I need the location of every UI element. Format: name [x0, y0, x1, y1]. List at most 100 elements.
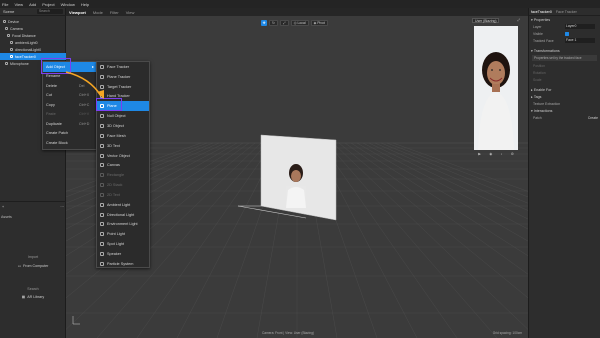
visible-checkbox[interactable] — [565, 31, 569, 36]
tree-item-directional-light[interactable]: directionalLight0 — [0, 46, 66, 53]
tracked-face-label: Tracked Face — [533, 38, 554, 43]
rectangle-icon — [100, 173, 104, 178]
submenu-item-null-object[interactable]: Null Object — [97, 111, 149, 121]
null-object-icon — [100, 114, 104, 119]
tree-item-ambient-light[interactable]: ambientLight0 — [0, 39, 66, 46]
submenu-item-label: Directional Light — [107, 212, 135, 217]
menu-project[interactable]: Project — [42, 2, 54, 7]
menu-help[interactable]: Help — [81, 2, 89, 7]
settings-icon[interactable]: ⚙ — [511, 152, 514, 156]
menu-view[interactable]: View — [14, 2, 23, 7]
tracked-face-select[interactable]: Face 1 — [565, 38, 595, 43]
globe-icon: ◎ — [293, 20, 297, 25]
submenu-item-point-light[interactable]: Point Light — [97, 229, 149, 239]
submenu-item-2d-text: 2D Text — [97, 190, 149, 200]
submenu-item-face-tracker[interactable]: Face Tracker — [97, 62, 149, 72]
pivot-toggle[interactable]: ◈ Pivot — [310, 19, 328, 26]
menu-add[interactable]: Add — [29, 2, 36, 7]
menu-item-copy[interactable]: Copy Ctrl+C — [43, 100, 97, 110]
menu-bar: File View Add Project Window Help — [0, 0, 600, 8]
scene-search-input[interactable]: Search — [37, 9, 63, 14]
tree-item-label: directionalLight0 — [15, 47, 42, 52]
camera-icon[interactable]: ◉ — [489, 152, 492, 156]
layer-label: Layer — [533, 24, 542, 29]
assets-menu-icon[interactable]: ⋯ — [60, 205, 64, 209]
submenu-item-plane-tracker[interactable]: Plane Tracker — [97, 72, 149, 82]
menu-window[interactable]: Window — [61, 2, 75, 7]
layer-select[interactable]: Layer0 — [565, 24, 595, 29]
submenu-item-3d-object[interactable]: 3D Object — [97, 121, 149, 131]
panel-divider[interactable] — [0, 201, 66, 202]
submenu-item-speaker[interactable]: Speaker — [97, 249, 149, 259]
enable-for-section[interactable]: ▸ Enable For — [529, 86, 600, 93]
submenu-item-3d-text[interactable]: 3D Text — [97, 141, 149, 151]
menu-item-create-patch[interactable]: Create Patch — [43, 129, 97, 139]
submenu-item-ambient-light[interactable]: Ambient Light — [97, 200, 149, 210]
menu-item-paste: Paste Ctrl+V — [43, 110, 97, 120]
add-asset-icon[interactable]: + — [2, 205, 4, 209]
enable-for-label: Enable For — [533, 87, 552, 92]
tab-view[interactable]: View — [126, 10, 135, 15]
menu-item-duplicate[interactable]: Duplicate Ctrl+D — [43, 119, 97, 129]
assets-label: Assets — [1, 215, 12, 219]
tree-item-label: ambientLight0 — [15, 40, 38, 45]
submenu-item-target-tracker[interactable]: Target Tracker — [97, 82, 149, 92]
from-computer-button[interactable]: ▭ From Computer — [12, 263, 54, 269]
inspector-panel: faceTracker0 Face Tracker ▾ Properties L… — [528, 8, 600, 338]
submenu-item-particle-system[interactable]: Particle System — [97, 259, 149, 269]
focal-distance-icon — [7, 34, 10, 37]
camera-preview — [474, 26, 518, 150]
submenu-item-label: Plane Tracker — [107, 74, 131, 79]
tab-mode[interactable]: Mode — [93, 10, 103, 15]
scale-tool-icon[interactable]: ⤢ — [279, 19, 289, 26]
submenu-item-2d-stack: 2D Stack — [97, 180, 149, 190]
move-tool-icon[interactable]: ✥ — [261, 19, 267, 26]
rotate-tool-icon[interactable]: ↻ — [269, 19, 278, 26]
properties-section[interactable]: ▾ Properties — [529, 16, 600, 23]
submenu-item-label: Particle System — [107, 261, 134, 266]
menu-item-create-block[interactable]: Create Block — [43, 138, 97, 148]
2d-text-icon — [100, 192, 104, 197]
transform-toolbar: ✥ ↻ ⤢ ◎ Local ◈ Pivot — [261, 19, 328, 26]
plane-tracker-icon — [100, 74, 104, 79]
device-select[interactable]: User (Blazing) — [472, 17, 500, 23]
face-mesh-icon — [100, 133, 104, 138]
ar-library-button[interactable]: ▦ AR Library — [12, 294, 54, 300]
create-button[interactable]: Create — [588, 116, 598, 120]
2d-stack-icon — [100, 183, 104, 188]
menu-item-cut[interactable]: Cut Ctrl+X — [43, 91, 97, 101]
tracked-face-row: Tracked Face Face 1 — [529, 37, 600, 44]
submenu-item-label: 3D Text — [107, 143, 120, 148]
submenu-item-canvas[interactable]: Canvas — [97, 160, 149, 170]
menu-item-label: Duplicate — [46, 121, 62, 126]
local-toggle[interactable]: ◎ Local — [290, 19, 309, 26]
submenu-item-vector-object[interactable]: Vector Object — [97, 151, 149, 161]
tree-item-focal-distance[interactable]: Focal Distance — [0, 32, 66, 39]
tags-section[interactable]: ▸ Tags — [529, 93, 600, 100]
face-tracker-icon — [100, 64, 104, 69]
interactions-section[interactable]: ▾ Interactions — [529, 107, 600, 114]
submenu-item-face-mesh[interactable]: Face Mesh — [97, 131, 149, 141]
visible-row: Visible — [529, 30, 600, 37]
transformations-label: Transformations — [533, 48, 560, 53]
menu-item-delete[interactable]: Delete Del — [43, 81, 97, 91]
light-icon — [10, 41, 13, 44]
transformations-section[interactable]: ▾ Transformations — [529, 47, 600, 54]
video-icon[interactable]: ▶ — [478, 152, 481, 156]
texture-extraction-row[interactable]: Texture Extraction — [529, 100, 600, 107]
submenu-item-directional-light[interactable]: Directional Light — [97, 210, 149, 220]
menu-shortcut: Ctrl+C — [79, 102, 90, 107]
tree-item-device[interactable]: Device — [0, 18, 66, 25]
submenu-item-spot-light[interactable]: Spot Light — [97, 239, 149, 249]
context-menu: Add Object ▸ Rename Delete Del Cut Ctrl+X … — [42, 61, 98, 150]
visible-label: Visible — [533, 31, 543, 36]
menu-item-label: Copy — [46, 102, 55, 107]
submenu-item-environment-light[interactable]: Environment Light — [97, 220, 149, 230]
expand-icon[interactable]: ⤢ — [517, 18, 520, 22]
menu-file[interactable]: File — [2, 2, 8, 7]
tab-viewport[interactable]: Viewport — [69, 10, 86, 15]
menu-shortcut: Ctrl+D — [79, 121, 90, 126]
tree-item-camera[interactable]: Camera — [0, 25, 66, 32]
tab-filter[interactable]: Filter — [110, 10, 119, 15]
mic-icon[interactable]: ♪ — [501, 152, 503, 156]
